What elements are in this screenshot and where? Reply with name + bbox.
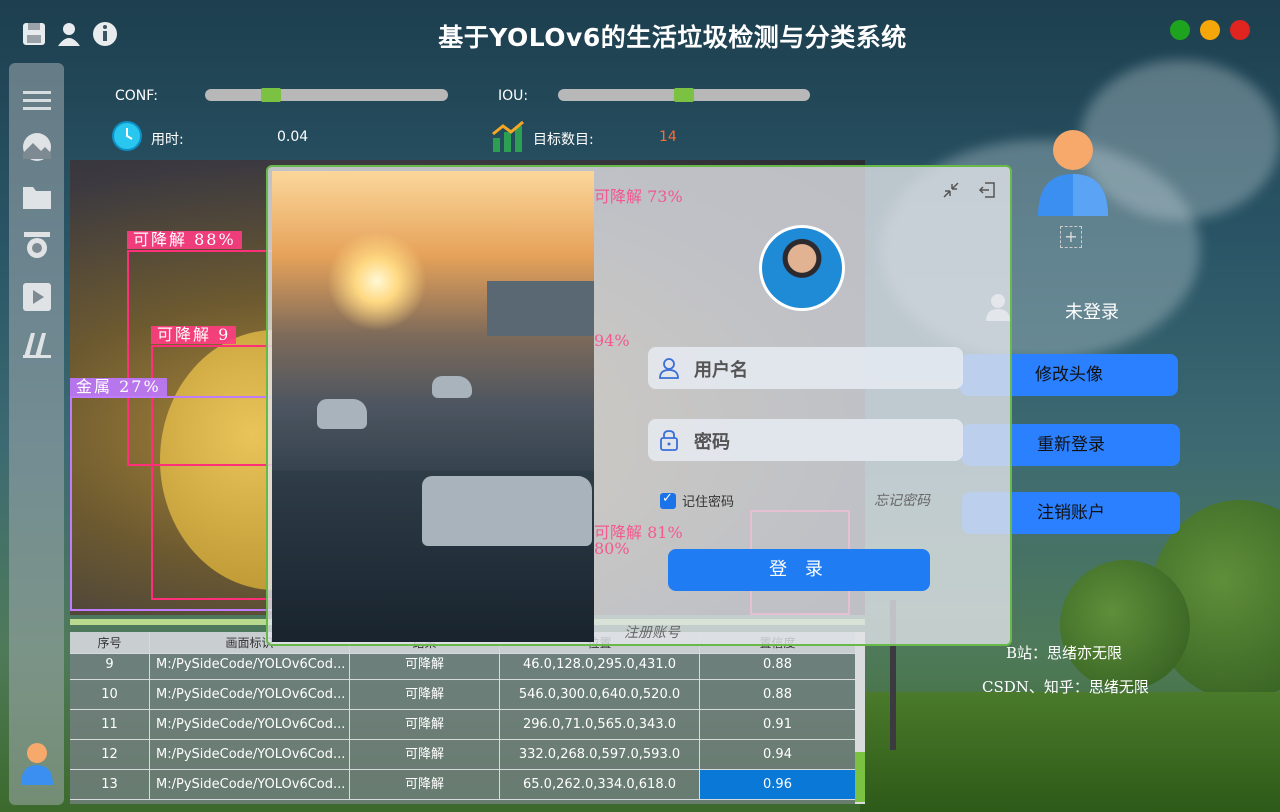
save-icon[interactable] <box>20 20 48 48</box>
cell-path: M:/PySideCode/YOLOv6Cod... <box>150 770 350 800</box>
clock-icon <box>112 121 142 151</box>
cell-result: 可降解 <box>350 650 500 680</box>
username-placeholder: 用户名 <box>694 360 748 381</box>
remember-password[interactable]: 记住密码 <box>660 491 734 510</box>
cell-result: 可降解 <box>350 680 500 710</box>
menu-icon[interactable] <box>21 85 53 117</box>
password-placeholder: 密码 <box>694 432 730 453</box>
cell-position: 46.0,128.0,295.0,431.0 <box>500 650 700 680</box>
cell-path: M:/PySideCode/YOLOv6Cod... <box>150 740 350 770</box>
cell-id: 11 <box>70 710 150 740</box>
table-row[interactable]: 13 M:/PySideCode/YOLOv6Cod... 可降解 65.0,2… <box>70 770 856 800</box>
profile-avatar-icon <box>1038 130 1108 216</box>
photo-building <box>487 281 594 336</box>
login-button[interactable]: 登 录 <box>668 549 930 591</box>
cell-result: 可降解 <box>350 770 500 800</box>
ghost-label: 可降解 73% <box>594 187 683 206</box>
cell-id: 13 <box>70 770 150 800</box>
conf-label: CONF: <box>115 88 158 104</box>
image-icon[interactable] <box>21 131 53 163</box>
time-value: 0.04 <box>277 129 309 145</box>
cell-path: M:/PySideCode/YOLOv6Cod... <box>150 680 350 710</box>
cell-position: 546.0,300.0,640.0,520.0 <box>500 680 700 710</box>
cell-result: 可降解 <box>350 710 500 740</box>
close-button[interactable] <box>1230 20 1250 40</box>
lock-icon <box>660 430 678 451</box>
iou-slider[interactable] <box>558 88 810 102</box>
cell-confidence: 0.88 <box>700 680 856 710</box>
chart-icon <box>492 120 524 152</box>
count-value: 14 <box>659 129 677 145</box>
cell-id: 10 <box>70 680 150 710</box>
table-row[interactable]: 11 M:/PySideCode/YOLOv6Cod... 可降解 296.0,… <box>70 710 856 740</box>
credit-csdn: CSDN、知乎：思绪无限 <box>982 678 1149 696</box>
conf-slider-handle[interactable] <box>261 88 281 102</box>
app-title: 基于YOLOv6的生活垃圾检测与分类系统 <box>438 23 907 52</box>
user-icon <box>659 358 679 379</box>
play-icon[interactable] <box>21 281 53 313</box>
cell-confidence: 0.91 <box>700 710 856 740</box>
results-table: 序号 画面标识 结果 位置 置信度 9 M:/PySideCode/YOLOv6… <box>70 632 865 804</box>
detection-label: 可降解 88% <box>127 231 242 249</box>
photo-car <box>432 376 472 398</box>
info-icon[interactable] <box>91 20 119 48</box>
ghost-label: 80% <box>594 539 630 558</box>
login-photo <box>272 171 594 642</box>
bg-tree <box>1060 560 1190 690</box>
folder-icon[interactable] <box>21 181 53 213</box>
username-field[interactable]: 用户名 <box>648 347 963 389</box>
cell-confidence: 0.96 <box>700 770 856 800</box>
login-dialog: 可降解 73% 94% 可降解 81% 80% 用户名 密码 记住密码 忘记密码… <box>266 165 1012 646</box>
table-row[interactable]: 9 M:/PySideCode/YOLOv6Cod... 可降解 46.0,12… <box>70 650 856 680</box>
detection-label: 可降解 9 <box>151 326 237 344</box>
count-label: 目标数目: <box>533 132 594 148</box>
iou-label: IOU: <box>498 88 529 104</box>
photo-car <box>317 399 367 429</box>
cell-position: 65.0,262.0,334.0,618.0 <box>500 770 700 800</box>
minimize-button[interactable] <box>1200 20 1220 40</box>
add-avatar-button[interactable]: + <box>1060 226 1082 248</box>
cell-confidence: 0.88 <box>700 650 856 680</box>
login-avatar <box>759 225 845 311</box>
iou-slider-handle[interactable] <box>674 88 694 102</box>
photo-sun <box>327 231 427 331</box>
cell-position: 332.0,268.0,597.0,593.0 <box>500 740 700 770</box>
collapse-icon[interactable] <box>942 181 960 199</box>
cell-result: 可降解 <box>350 740 500 770</box>
bg-cloud <box>1080 60 1280 220</box>
remember-checkbox[interactable] <box>660 491 676 509</box>
maximize-button[interactable] <box>1170 20 1190 40</box>
table-row[interactable]: 10 M:/PySideCode/YOLOv6Cod... 可降解 546.0,… <box>70 680 856 710</box>
forgot-password-link[interactable]: 忘记密码 <box>874 490 930 510</box>
exit-icon[interactable] <box>978 181 996 199</box>
camera-icon[interactable] <box>21 229 53 261</box>
cell-id: 9 <box>70 650 150 680</box>
scrollbar-thumb[interactable] <box>855 752 865 802</box>
remember-label: 记住密码 <box>682 495 735 510</box>
register-link[interactable]: 注册账号 <box>624 622 680 642</box>
left-sidebar <box>9 63 64 805</box>
conf-slider[interactable] <box>205 88 448 102</box>
credit-bilibili: B站：思绪亦无限 <box>1006 644 1123 662</box>
detection-box <box>70 396 280 611</box>
cell-path: M:/PySideCode/YOLOv6Cod... <box>150 650 350 680</box>
detection-label: 金属 27% <box>70 378 167 396</box>
title-bar: 基于YOLOv6的生活垃圾检测与分类系统 <box>0 0 1280 62</box>
cell-position: 296.0,71.0,565.0,343.0 <box>500 710 700 740</box>
table-scrollbar[interactable] <box>855 632 865 804</box>
bg-grass <box>860 692 1280 812</box>
user-icon[interactable] <box>55 20 83 48</box>
model-icon[interactable] <box>21 329 53 361</box>
ghost-label: 94% <box>594 331 630 350</box>
photo-car <box>422 476 592 546</box>
table-row[interactable]: 12 M:/PySideCode/YOLOv6Cod... 可降解 332.0,… <box>70 740 856 770</box>
cell-id: 12 <box>70 740 150 770</box>
user-avatar-icon[interactable] <box>19 741 55 787</box>
cell-confidence: 0.94 <box>700 740 856 770</box>
login-status: 未登录 <box>1065 302 1119 323</box>
password-field[interactable]: 密码 <box>648 419 963 461</box>
time-label: 用时: <box>151 132 184 148</box>
cell-path: M:/PySideCode/YOLOv6Cod... <box>150 710 350 740</box>
